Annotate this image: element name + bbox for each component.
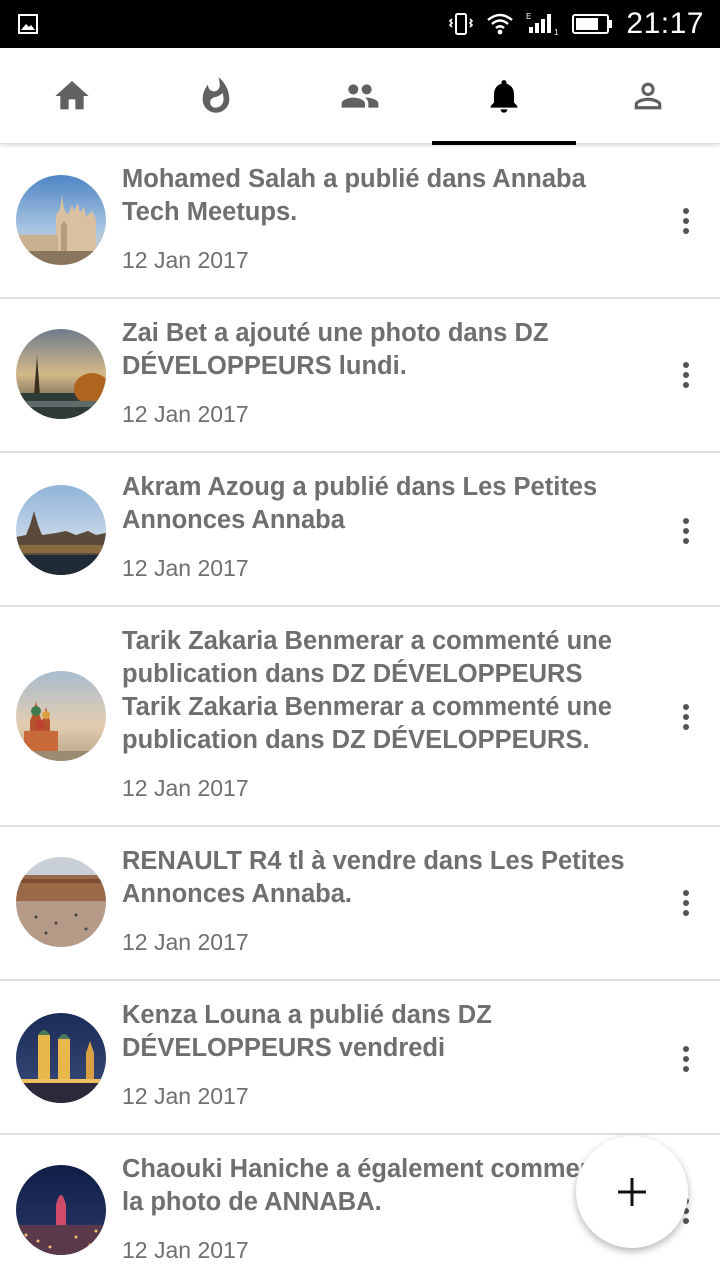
notification-item[interactable]: Kenza Louna a publié dans DZ DÉVELOPPEUR… bbox=[0, 981, 720, 1135]
vibrate-icon bbox=[448, 12, 474, 36]
notification-date: 12 Jan 2017 bbox=[122, 401, 249, 427]
notification-text: Mohamed Salah a publié dans Annaba Tech … bbox=[122, 165, 586, 226]
tab-bar bbox=[0, 48, 720, 145]
notification-date: 12 Jan 2017 bbox=[122, 247, 249, 273]
notification-text: Chaouki Haniche a également commenté la … bbox=[122, 1155, 618, 1216]
avatar bbox=[16, 1013, 106, 1103]
tab-home[interactable] bbox=[0, 48, 144, 144]
notification-date: 12 Jan 2017 bbox=[122, 1237, 249, 1263]
avatar bbox=[16, 329, 106, 419]
avatar bbox=[16, 857, 106, 947]
notification-text: Kenza Louna a publié dans DZ DÉVELOPPEUR… bbox=[122, 1001, 492, 1062]
more-options-button[interactable] bbox=[672, 883, 700, 923]
notification-text: Akram Azoug a publié dans Les Petites An… bbox=[122, 473, 598, 534]
tab-trending[interactable] bbox=[144, 48, 288, 144]
notification-item[interactable]: Tarik Zakaria Benmerar a commenté une pu… bbox=[0, 607, 720, 827]
status-bar: E1 21:17 bbox=[0, 0, 720, 48]
notification-list: Mohamed Salah a publié dans Annaba Tech … bbox=[0, 145, 720, 1280]
notification-date: 12 Jan 2017 bbox=[122, 555, 249, 581]
add-fab-button[interactable] bbox=[576, 1136, 688, 1248]
flame-icon bbox=[202, 77, 230, 113]
home-icon bbox=[55, 81, 89, 110]
tab-notifications[interactable] bbox=[432, 48, 576, 145]
notification-text: RENAULT R4 tl à vendre dans Les Petites … bbox=[122, 847, 625, 908]
more-options-button[interactable] bbox=[672, 355, 700, 395]
svg-text:E: E bbox=[526, 12, 531, 21]
notification-text: Tarik Zakaria Benmerar a commenté une pu… bbox=[122, 627, 612, 754]
notification-item[interactable]: Mohamed Salah a publié dans Annaba Tech … bbox=[0, 145, 720, 299]
more-options-button[interactable] bbox=[672, 511, 700, 551]
people-icon bbox=[341, 84, 379, 108]
notification-item[interactable]: RENAULT R4 tl à vendre dans Les Petites … bbox=[0, 827, 720, 981]
clock: 21:17 bbox=[626, 7, 704, 40]
notification-date: 12 Jan 2017 bbox=[122, 1083, 249, 1109]
wifi-icon bbox=[486, 12, 514, 36]
avatar bbox=[16, 175, 106, 265]
svg-text:1: 1 bbox=[554, 28, 559, 37]
tab-groups[interactable] bbox=[288, 48, 432, 144]
plus-icon bbox=[618, 1178, 646, 1206]
avatar bbox=[16, 1165, 106, 1255]
avatar bbox=[16, 485, 106, 575]
notification-date: 12 Jan 2017 bbox=[122, 775, 249, 801]
person-icon bbox=[634, 82, 662, 110]
notification-text: Zai Bet a ajouté une photo dans DZ DÉVEL… bbox=[122, 319, 549, 380]
more-options-button[interactable] bbox=[672, 201, 700, 241]
avatar bbox=[16, 671, 106, 761]
tab-profile[interactable] bbox=[576, 48, 720, 144]
signal-icon: E1 bbox=[526, 11, 560, 37]
notification-item[interactable]: Akram Azoug a publié dans Les Petites An… bbox=[0, 453, 720, 607]
battery-icon bbox=[572, 13, 614, 35]
gallery-icon bbox=[18, 14, 38, 39]
notification-item[interactable]: Zai Bet a ajouté une photo dans DZ DÉVEL… bbox=[0, 299, 720, 453]
bell-icon bbox=[490, 80, 518, 113]
notification-date: 12 Jan 2017 bbox=[122, 929, 249, 955]
more-options-button[interactable] bbox=[672, 697, 700, 737]
more-options-button[interactable] bbox=[672, 1039, 700, 1079]
